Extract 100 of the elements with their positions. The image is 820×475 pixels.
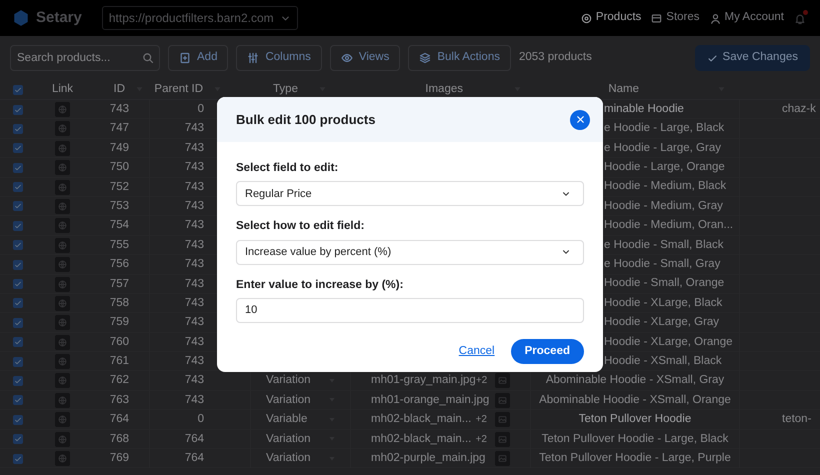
globe-icon bbox=[58, 163, 67, 172]
app-name: Setary bbox=[36, 8, 82, 28]
link-button[interactable] bbox=[55, 451, 70, 466]
file-name: mh02-black_main... bbox=[371, 412, 472, 428]
table-cell: 752 bbox=[110, 180, 129, 193]
checkbox[interactable] bbox=[12, 356, 22, 367]
image-thumbnail[interactable] bbox=[495, 412, 510, 428]
check-icon bbox=[14, 435, 22, 444]
image-count: +2 bbox=[476, 432, 487, 447]
search-icon bbox=[142, 52, 154, 64]
checkbox[interactable] bbox=[12, 260, 22, 270]
nav-link[interactable]: Products bbox=[580, 9, 642, 27]
table-cell-text: e Hoodie - Small, Gray bbox=[604, 257, 720, 272]
checkbox[interactable] bbox=[12, 395, 22, 406]
globe-icon bbox=[58, 454, 67, 464]
checkbox[interactable] bbox=[12, 124, 22, 134]
check-icon bbox=[14, 416, 22, 424]
table-cell: 743 bbox=[184, 374, 204, 386]
select-dropdown[interactable]: Increase value by percent (%) bbox=[236, 240, 584, 264]
target-icon bbox=[580, 12, 592, 24]
check-icon bbox=[14, 183, 22, 192]
table-cell: chaz-k bbox=[782, 102, 816, 115]
link-button[interactable] bbox=[55, 140, 70, 156]
table-cell: 749 bbox=[110, 142, 129, 154]
checkbox[interactable] bbox=[12, 162, 22, 173]
link-button[interactable] bbox=[55, 392, 70, 408]
checkbox[interactable] bbox=[12, 454, 22, 464]
image-thumbnail[interactable] bbox=[495, 451, 510, 466]
link-button[interactable] bbox=[55, 102, 70, 117]
checkbox[interactable] bbox=[12, 143, 22, 154]
column-header[interactable]: Images bbox=[425, 80, 463, 98]
notification-button[interactable] bbox=[794, 10, 808, 26]
image-thumbnail[interactable] bbox=[495, 432, 510, 447]
image-thumbnail[interactable] bbox=[495, 392, 510, 408]
input-field[interactable]: 10 bbox=[236, 298, 584, 323]
image-thumbnail[interactable] bbox=[495, 373, 510, 388]
table-cell: 747 bbox=[110, 122, 129, 134]
link-button[interactable] bbox=[55, 296, 70, 311]
table-cell: 761 bbox=[110, 355, 129, 368]
nav-link[interactable]: My Account bbox=[710, 9, 784, 27]
table-cell-text: Hoodie - XLarge, Orange bbox=[604, 334, 732, 350]
dialog-title: Bulk edit 100 products bbox=[236, 110, 376, 129]
check-icon bbox=[14, 86, 22, 94]
link-button[interactable] bbox=[55, 432, 70, 447]
checkbox[interactable] bbox=[12, 240, 22, 250]
table-cell-text: Hoodie - XSmall, Black bbox=[604, 354, 722, 369]
table-cell-text: e Hoodie - Large, Black bbox=[604, 121, 724, 136]
sliders-icon bbox=[247, 52, 260, 64]
table-cell: 755 bbox=[110, 238, 129, 251]
link-button[interactable] bbox=[55, 218, 70, 234]
link-button[interactable] bbox=[55, 160, 70, 176]
link-button[interactable] bbox=[55, 412, 70, 428]
checkbox[interactable] bbox=[12, 104, 22, 114]
link-button[interactable] bbox=[55, 315, 70, 330]
link-button[interactable] bbox=[55, 354, 70, 370]
checkbox[interactable] bbox=[12, 376, 22, 386]
link-button[interactable] bbox=[55, 180, 70, 195]
checkbox[interactable] bbox=[12, 182, 22, 192]
toolbar-button[interactable]: Views bbox=[330, 45, 400, 71]
proceed-button[interactable]: Proceed bbox=[510, 338, 584, 364]
column-header[interactable]: Link bbox=[52, 80, 74, 98]
link-button[interactable] bbox=[55, 334, 70, 350]
checkbox[interactable] bbox=[12, 298, 22, 308]
checkbox[interactable] bbox=[12, 434, 22, 444]
toolbar-button[interactable]: Columns bbox=[236, 45, 322, 71]
column-header[interactable]: Parent ID bbox=[154, 80, 203, 98]
bell-icon bbox=[794, 13, 806, 25]
select-dropdown[interactable]: Regular Price bbox=[236, 181, 584, 206]
site-dropdown[interactable]: https://productfilters.barn2.com bbox=[102, 6, 298, 30]
checkbox[interactable] bbox=[12, 84, 22, 94]
check-icon bbox=[14, 164, 22, 172]
table-cell: 743 bbox=[184, 316, 204, 328]
globe-icon bbox=[58, 240, 67, 250]
link-button[interactable] bbox=[55, 373, 70, 388]
nav-link[interactable]: Stores bbox=[651, 9, 700, 27]
checkbox[interactable] bbox=[12, 318, 22, 328]
table-cell-text: Hoodie - Medium, Gray bbox=[604, 198, 723, 214]
link-button[interactable] bbox=[55, 121, 70, 136]
toolbar-button[interactable]: Bulk Actions bbox=[408, 45, 511, 71]
column-header[interactable]: Type bbox=[273, 80, 298, 98]
checkbox[interactable] bbox=[12, 220, 22, 231]
table-cell: 763 bbox=[110, 394, 129, 406]
link-button[interactable] bbox=[55, 257, 70, 272]
cancel-link[interactable]: Cancel bbox=[458, 342, 495, 360]
globe-icon bbox=[58, 357, 67, 366]
link-button[interactable] bbox=[55, 238, 70, 253]
checkbox[interactable] bbox=[12, 337, 22, 348]
table-cell: 764 bbox=[110, 413, 129, 426]
globe-icon bbox=[58, 144, 67, 153]
link-button[interactable] bbox=[55, 276, 70, 292]
search-field[interactable]: Search products... bbox=[10, 45, 160, 71]
close-button[interactable] bbox=[570, 110, 590, 130]
checkbox[interactable] bbox=[12, 414, 22, 425]
checkbox[interactable] bbox=[12, 201, 22, 212]
column-header[interactable]: ID bbox=[114, 80, 125, 98]
link-button[interactable] bbox=[55, 198, 70, 214]
save-changes-button[interactable]: Save Changes bbox=[694, 45, 810, 71]
checkbox[interactable] bbox=[12, 279, 22, 290]
toolbar-button[interactable]: Add bbox=[168, 45, 228, 71]
column-header[interactable]: Name bbox=[608, 80, 639, 98]
